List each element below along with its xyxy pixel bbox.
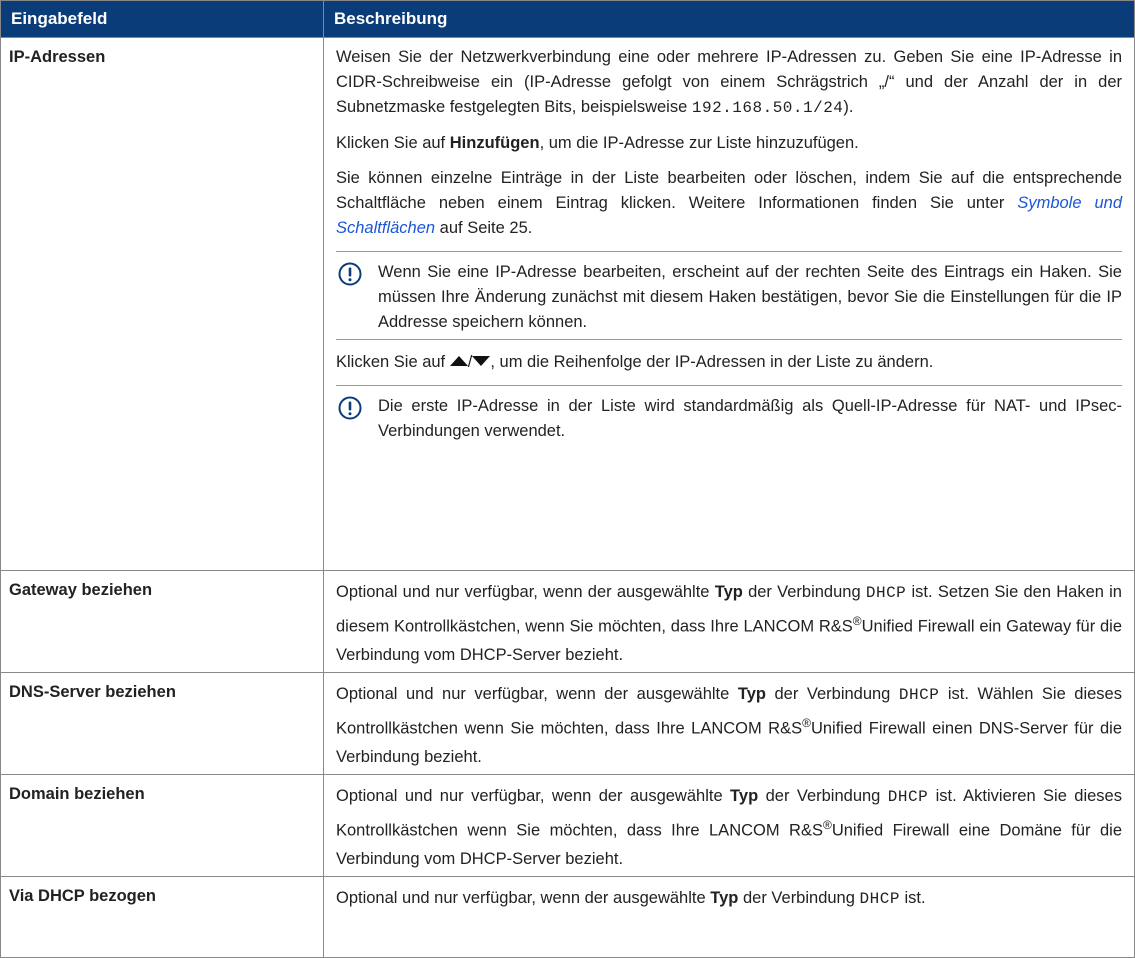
text: der Verbindung xyxy=(765,787,881,805)
text: Optional und nur verfügbar, wenn der aus… xyxy=(336,685,730,703)
text: ). xyxy=(843,98,854,116)
table-row: Via DHCP bezogen Optional und nur verfüg… xyxy=(0,876,1135,958)
dhcp-code: DHCP xyxy=(898,686,940,704)
description: Optional und nur verfügbar, wenn der aus… xyxy=(323,876,1135,958)
typ-label: Typ xyxy=(730,787,759,805)
triangle-down-icon xyxy=(472,350,491,375)
text: Klicken Sie auf xyxy=(336,134,446,152)
dhcp-code: DHCP xyxy=(859,890,900,908)
cidr-example: 192.168.50.1/24 xyxy=(691,99,844,117)
note-box: Die erste IP-Adresse in der Liste wird s… xyxy=(336,385,1122,448)
field-name: IP-Adressen xyxy=(0,37,324,571)
registered-mark: ® xyxy=(852,614,862,628)
typ-label: Typ xyxy=(714,583,743,601)
text: Klicken Sie auf xyxy=(336,353,446,371)
exclamation-circle-icon xyxy=(336,260,378,335)
paragraph: Klicken Sie auf Hinzufügen, um die IP-Ad… xyxy=(336,131,1122,156)
note-text: Wenn Sie eine IP-Adresse bearbeiten, ers… xyxy=(378,263,1122,331)
note-box: Wenn Sie eine IP-Adresse bearbeiten, ers… xyxy=(336,251,1122,340)
header-eingabefeld: Eingabefeld xyxy=(0,0,324,38)
dhcp-code: DHCP xyxy=(887,788,929,806)
text: der Verbindung xyxy=(774,685,891,703)
dhcp-code: DHCP xyxy=(865,584,907,602)
description: Weisen Sie der Netzwerkverbindung eine o… xyxy=(323,37,1135,571)
text: ist. xyxy=(904,889,926,907)
text: der Verbindung xyxy=(748,583,861,601)
header-beschreibung: Beschreibung xyxy=(323,0,1135,38)
registered-mark: ® xyxy=(822,818,832,832)
text: der Verbindung xyxy=(742,889,855,907)
typ-label: Typ xyxy=(737,685,766,703)
description: Optional und nur verfügbar, wenn der aus… xyxy=(323,774,1135,877)
text: , um die IP-Adresse zur Liste hinzuzufüg… xyxy=(539,134,859,152)
table-row: DNS-Server beziehen Optional und nur ver… xyxy=(0,672,1135,775)
table-row: Gateway beziehen Optional und nur verfüg… xyxy=(0,570,1135,673)
description: Optional und nur verfügbar, wenn der aus… xyxy=(323,570,1135,673)
description: Optional und nur verfügbar, wenn der aus… xyxy=(323,672,1135,775)
paragraph: Sie können einzelne Einträge in der List… xyxy=(336,166,1122,241)
note-text: Die erste IP-Adresse in der Liste wird s… xyxy=(378,397,1122,441)
hinzufuegen-label: Hinzufügen xyxy=(449,134,540,152)
paragraph: Klicken Sie auf /, um die Reihenfolge de… xyxy=(336,350,1122,375)
exclamation-circle-icon xyxy=(336,394,378,444)
paragraph: Weisen Sie der Netzwerkverbindung eine o… xyxy=(336,45,1122,121)
text: auf Seite 25. xyxy=(439,219,533,237)
text: Optional und nur verfügbar, wenn der aus… xyxy=(336,889,706,907)
text: Optional und nur verfügbar, wenn der aus… xyxy=(336,583,710,601)
registered-mark: ® xyxy=(802,716,811,730)
table-row: Domain beziehen Optional und nur verfügb… xyxy=(0,774,1135,877)
table-header-row: Eingabefeld Beschreibung xyxy=(0,0,1135,38)
triangle-up-icon xyxy=(449,350,468,375)
field-name: DNS-Server beziehen xyxy=(0,672,324,775)
text: , um die Reihenfolge der IP-Adressen in … xyxy=(490,353,934,371)
text: Sie können einzelne Einträge in der List… xyxy=(336,169,1122,212)
text: Optional und nur verfügbar, wenn der aus… xyxy=(336,787,723,805)
field-name: Via DHCP bezogen xyxy=(0,876,324,958)
parameter-table: Eingabefeld Beschreibung IP-Adressen Wei… xyxy=(0,0,1135,958)
field-name: Domain beziehen xyxy=(0,774,324,877)
typ-label: Typ xyxy=(710,889,739,907)
field-name: Gateway beziehen xyxy=(0,570,324,673)
table-row: IP-Adressen Weisen Sie der Netzwerkverbi… xyxy=(0,37,1135,571)
